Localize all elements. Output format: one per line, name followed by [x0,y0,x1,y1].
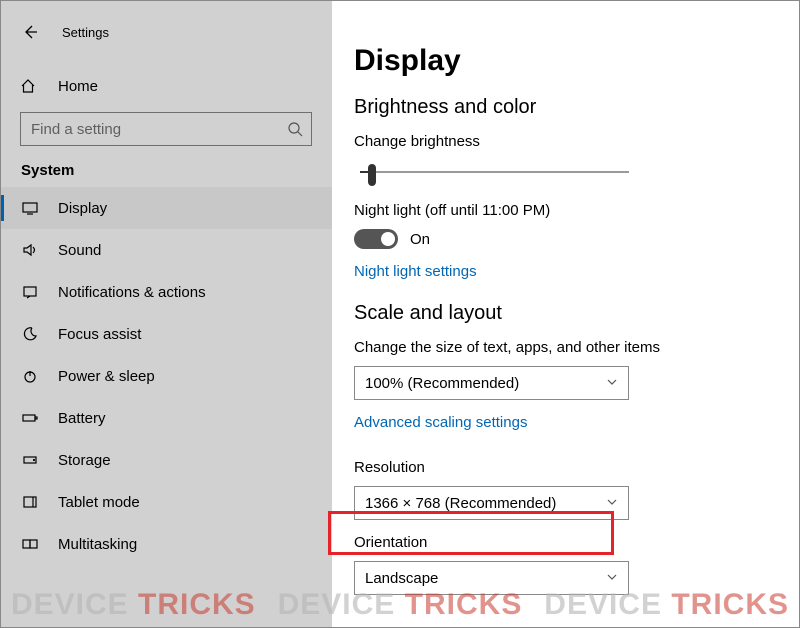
advanced-scaling-link[interactable]: Advanced scaling settings [354,414,527,431]
sidebar-item-sound[interactable]: Sound [0,229,332,271]
main-content: Display Brightness and color Change brig… [332,0,800,628]
sidebar-item-label: Multitasking [58,536,137,553]
orientation-value: Landscape [365,570,438,587]
sidebar-item-tablet-mode[interactable]: Tablet mode [0,481,332,523]
scale-value: 100% (Recommended) [365,375,519,392]
moon-icon [20,326,40,342]
sidebar-item-label: Storage [58,452,111,469]
sound-icon [20,242,40,258]
storage-icon [20,452,40,468]
sidebar-item-label: Notifications & actions [58,284,206,301]
chevron-down-icon [606,570,618,587]
battery-icon [20,410,40,426]
resolution-value: 1366 × 768 (Recommended) [365,495,556,512]
orientation-label: Orientation [354,534,800,551]
sidebar-item-label: Focus assist [58,326,141,343]
back-arrow-icon[interactable] [20,22,40,42]
home-icon [20,78,40,94]
section-scale-title: Scale and layout [354,302,800,325]
sidebar-item-power-sleep[interactable]: Power & sleep [0,355,332,397]
sidebar-item-display[interactable]: Display [0,187,332,229]
night-light-label: Night light (off until 11:00 PM) [354,202,800,219]
app-title: Settings [62,25,109,40]
night-light-state: On [410,231,430,248]
sidebar-item-storage[interactable]: Storage [0,439,332,481]
sidebar-item-label: Sound [58,242,101,259]
toggle-knob [381,232,395,246]
chevron-down-icon [606,495,618,512]
slider-thumb[interactable] [368,164,376,186]
night-light-toggle[interactable] [354,229,398,249]
search-field[interactable] [31,121,287,138]
page-title: Display [354,44,800,78]
scale-dropdown[interactable]: 100% (Recommended) [354,366,629,400]
notifications-icon [20,284,40,300]
resolution-label: Resolution [354,459,800,476]
nav-list: Display Sound Notifications & actions Fo… [0,187,332,565]
search-icon [287,121,303,137]
scale-label: Change the size of text, apps, and other… [354,339,800,356]
resolution-dropdown[interactable]: 1366 × 768 (Recommended) [354,486,629,520]
multitasking-icon [20,536,40,552]
sidebar-item-label: Display [58,200,107,217]
orientation-dropdown[interactable]: Landscape [354,561,629,595]
sidebar-item-label: Tablet mode [58,494,140,511]
slider-track [360,171,629,173]
sidebar-item-notifications[interactable]: Notifications & actions [0,271,332,313]
search-input[interactable] [20,112,312,146]
power-icon [20,368,40,384]
sidebar-item-focus-assist[interactable]: Focus assist [0,313,332,355]
category-label: System [0,162,332,179]
home-button[interactable]: Home [0,70,332,102]
chevron-down-icon [606,375,618,392]
home-label: Home [58,78,98,95]
brightness-slider[interactable] [354,160,629,184]
display-icon [20,200,40,216]
night-light-settings-link[interactable]: Night light settings [354,263,477,280]
brightness-label: Change brightness [354,133,800,150]
sidebar-item-label: Power & sleep [58,368,155,385]
sidebar-item-battery[interactable]: Battery [0,397,332,439]
tablet-icon [20,494,40,510]
sidebar-item-label: Battery [58,410,106,427]
sidebar: Settings Home System Display [0,0,332,628]
sidebar-item-multitasking[interactable]: Multitasking [0,523,332,565]
section-brightness-title: Brightness and color [354,96,800,119]
